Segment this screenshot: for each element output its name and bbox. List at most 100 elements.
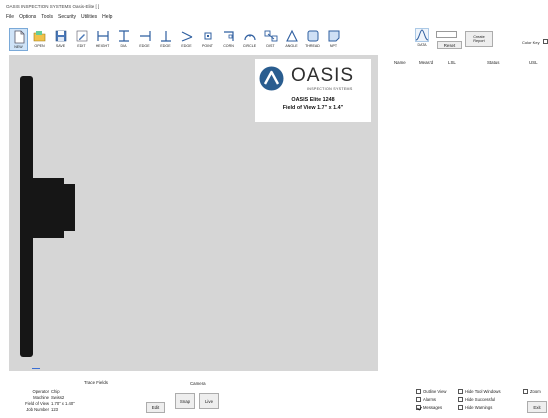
data-button-label: DATA — [417, 43, 427, 47]
alarms-checkbox[interactable]: Alarms — [416, 397, 436, 402]
angle-icon — [285, 29, 298, 42]
reset-button[interactable]: Reset — [437, 41, 462, 49]
part-silhouette-plate — [20, 76, 33, 357]
new-file-icon — [14, 30, 24, 44]
checkbox-box — [523, 389, 528, 394]
edge-right-icon — [139, 31, 151, 41]
data-button[interactable]: DATA — [412, 28, 432, 52]
tool-circle-button[interactable]: CIRCLE — [240, 28, 259, 51]
checkbox-box — [458, 397, 463, 402]
tool-label: SAVE — [55, 44, 66, 48]
trace-operator-value: Chip — [51, 389, 60, 394]
tool-save-button[interactable]: SAVE — [51, 28, 70, 51]
checkbox-box — [416, 405, 421, 410]
tool-edge-right-button[interactable]: EDGE — [135, 28, 154, 51]
hide-tool-windows-checkbox[interactable]: Hide Tool Windows — [458, 389, 501, 394]
hide-warnings-checkbox[interactable]: Hide Warnings — [458, 405, 492, 410]
tool-edge-down-button[interactable]: EDGE — [156, 28, 175, 51]
menu-options[interactable]: Options — [19, 14, 36, 23]
checkbox-box — [458, 389, 463, 394]
color-key-checkbox[interactable] — [543, 39, 548, 44]
checkbox-label: Hide Warnings — [465, 405, 493, 410]
field-of-view-label: Field of View 1.7" x 1.4" — [282, 105, 344, 111]
viewport-marker — [32, 368, 40, 369]
outline-view-checkbox[interactable]: Outline View — [416, 389, 446, 394]
tool-label: ANGLE — [285, 44, 298, 48]
exit-button[interactable]: Exit — [527, 401, 547, 413]
hide-successful-checkbox[interactable]: Hide Successful — [458, 397, 495, 402]
tool-label: EDIT — [77, 44, 86, 48]
col-usl[interactable]: USL — [529, 60, 538, 65]
tool-edit-button[interactable]: EDIT — [72, 28, 91, 51]
tool-label: NPT — [329, 44, 338, 48]
col-status[interactable]: Status — [487, 60, 499, 65]
menu-utilities[interactable]: Utilities — [81, 14, 97, 23]
trace-fov-key: Field of View — [25, 401, 49, 406]
tool-point-button[interactable]: POINT — [198, 28, 217, 51]
trace-operator-key: Operator — [32, 389, 49, 394]
checkbox-label: Alarms — [423, 397, 437, 402]
diameter-icon — [118, 30, 129, 42]
tool-npt-button[interactable]: NPT — [324, 28, 343, 51]
live-button[interactable]: Live — [199, 393, 219, 409]
brand-subtitle: INSPECTION SYSTEMS — [307, 87, 353, 91]
create-report-button[interactable]: Create Report — [465, 31, 493, 47]
open-folder-icon — [33, 31, 45, 42]
tool-new-button[interactable]: NEW — [9, 28, 28, 51]
col-lsl[interactable]: LSL — [448, 60, 456, 65]
tool-label: HEIGHT — [95, 44, 110, 48]
color-key-label: Color Key — [522, 40, 540, 45]
window-title: OASIS INSPECTION SYSTEMS Oasis-Elite [ ] — [0, 0, 548, 11]
col-measured[interactable]: Meas'd — [419, 60, 433, 65]
trace-machine-key: Machine — [33, 395, 49, 400]
menu-file[interactable]: File — [6, 14, 14, 23]
tool-label: CORN — [223, 44, 234, 48]
data-field-input[interactable] — [436, 31, 457, 38]
trace-fields-title: Trace Fields — [84, 380, 108, 385]
trace-edit-button[interactable]: Edit — [146, 402, 165, 413]
point-icon — [204, 32, 211, 40]
save-icon — [55, 30, 66, 42]
tool-dia-button[interactable]: DIA — [114, 28, 133, 51]
tool-label: OPEN — [34, 44, 45, 48]
tool-thread-button[interactable]: THREAD — [303, 28, 322, 51]
tool-label: EDGE — [160, 44, 171, 48]
menu-security[interactable]: Security — [58, 14, 76, 23]
checkbox-label: Messages — [423, 405, 443, 410]
zoom-checkbox[interactable]: Zoom — [523, 389, 541, 394]
menu-tools[interactable]: Tools — [41, 14, 53, 23]
tool-label: EDGE — [139, 44, 150, 48]
tool-corn-button[interactable]: CORN — [219, 28, 238, 51]
tool-open-button[interactable]: OPEN — [30, 28, 49, 51]
checkbox-label: Hide Tool Windows — [465, 389, 501, 394]
circle-icon — [243, 34, 256, 41]
snap-button[interactable]: Snap — [175, 393, 195, 409]
tool-label: EDGE — [181, 44, 192, 48]
height-icon — [96, 31, 109, 41]
tool-edge-diag-button[interactable]: EDGE — [177, 28, 196, 51]
trace-fov-value: 1.70" x 1.40" — [51, 401, 75, 406]
checkbox-label: Outline View — [423, 389, 447, 394]
tool-height-button[interactable]: HEIGHT — [93, 28, 112, 51]
tool-dist-button[interactable]: DIST — [261, 28, 280, 51]
menu-bar: File Options Tools Security Utilities He… — [0, 14, 548, 23]
tool-label: THREAD — [305, 44, 320, 48]
checkbox-box — [458, 405, 463, 410]
tool-toolbar: NEW OPEN SAVE EDIT HEIGHT DIA EDGE EDGE … — [9, 28, 343, 54]
camera-panel-title: Camera — [190, 381, 206, 386]
col-name[interactable]: Name — [394, 60, 406, 65]
messages-checkbox[interactable]: Messages — [416, 405, 442, 410]
menu-help[interactable]: Help — [102, 14, 112, 23]
thread-icon — [307, 30, 318, 42]
distance-icon — [264, 30, 277, 42]
corner-icon — [223, 31, 234, 41]
tool-label: POINT — [202, 44, 213, 48]
tool-label: DIA — [120, 44, 127, 48]
edge-down-icon — [160, 31, 171, 42]
model-label: OASIS Elite 1248 — [291, 97, 335, 103]
brand-name: OASIS — [291, 65, 355, 86]
oasis-logo-icon — [259, 66, 284, 91]
trace-job-value: 123 — [51, 407, 58, 412]
tool-angle-button[interactable]: ANGLE — [282, 28, 301, 51]
checkbox-box — [416, 389, 421, 394]
